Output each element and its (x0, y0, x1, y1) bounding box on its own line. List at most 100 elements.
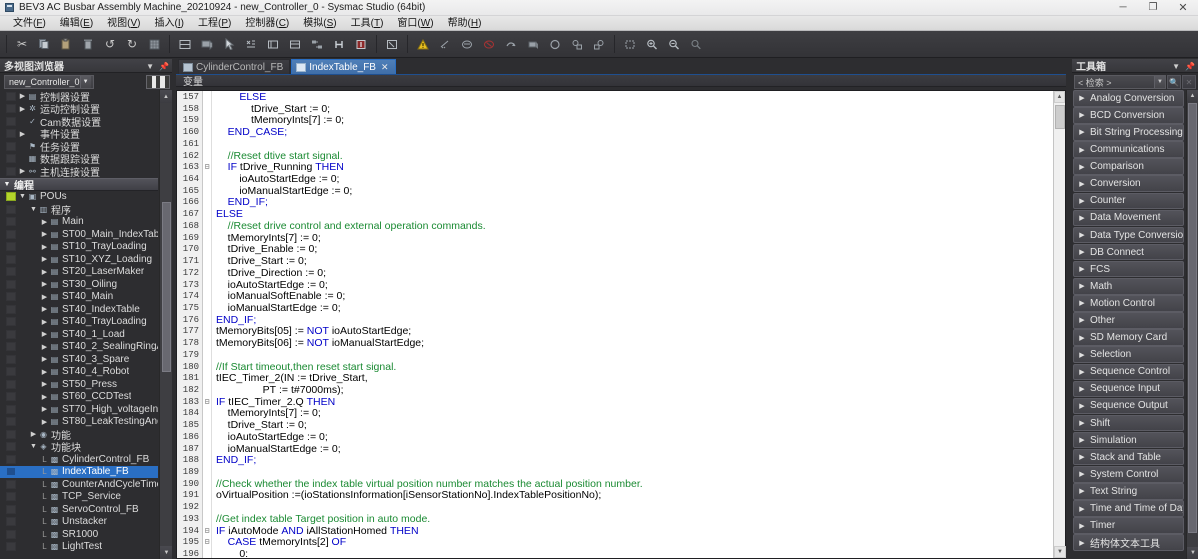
tree-item[interactable]: L ▩ SR1000 (0, 528, 158, 541)
tree-item[interactable]: ▶ ▤ ST40_TrayLoading (0, 316, 158, 329)
rebuild-icon[interactable] (456, 33, 478, 55)
paste-icon[interactable] (55, 33, 77, 55)
minimize-button[interactable]: ─ (1108, 0, 1138, 16)
tree-item[interactable]: ▶ ⚯ 主机连接设置 (0, 165, 158, 179)
tree-item[interactable]: ▼ ▥ 程序 (0, 203, 158, 217)
toolbox-category[interactable]: ▶ Motion Control (1073, 295, 1184, 312)
chevron-right-icon[interactable]: ▶ (1077, 163, 1087, 171)
toolbox-category[interactable]: ▶ Timer (1073, 517, 1184, 534)
code-fold-column[interactable]: ⊟⊟⊟⊟⊟ (203, 91, 212, 558)
chevron-right-icon[interactable]: ▶ (40, 280, 49, 288)
editor-vertical-scrollbar[interactable]: ▲ ▼ (1053, 91, 1066, 558)
chevron-right-icon[interactable]: ▶ (1077, 94, 1087, 102)
chevron-right-icon[interactable]: ▶ (1077, 351, 1087, 359)
chevron-down-icon[interactable]: ▼ (146, 62, 154, 71)
variables-section-header[interactable]: 变量 (176, 75, 1066, 88)
code-line[interactable]: ioManualStartEdge := 0; (212, 302, 1065, 315)
warning-icon[interactable] (412, 33, 434, 55)
scroll-up-icon[interactable]: ▲ (160, 90, 172, 103)
toolbox-category[interactable]: ▶ Math (1073, 278, 1184, 295)
tree-item[interactable]: ▶ ▤ ST00_Main_IndexTable (0, 228, 158, 241)
code-line[interactable]: IF tDrive_Running THEN (212, 161, 1065, 174)
chevron-right-icon[interactable]: ▶ (1077, 419, 1087, 427)
menu-item-9[interactable]: 帮助(H) (441, 16, 489, 31)
toolbox-category[interactable]: ▶ Comparison (1073, 158, 1184, 175)
code-line[interactable]: END_CASE; (212, 126, 1065, 139)
chevron-right-icon[interactable]: ▶ (40, 355, 49, 363)
chevron-right-icon[interactable]: ▶ (1077, 248, 1087, 256)
code-line[interactable]: tMemoryInts[7] := 0; (212, 115, 1065, 127)
editor-scroll-thumb[interactable] (1055, 105, 1065, 129)
code-line[interactable]: tDrive_Direction := 0; (212, 267, 1065, 280)
chevron-right-icon[interactable]: ▶ (1077, 299, 1087, 307)
toolbox-category[interactable]: ▶ DB Connect (1073, 243, 1184, 261)
tree-item[interactable]: ▶ ▤ ST40_3_Spare (0, 353, 158, 366)
chevron-down-icon[interactable]: ▼ (29, 443, 38, 450)
code-line[interactable]: tMemoryInts[7] := 0; (212, 408, 1065, 420)
chevron-right-icon[interactable]: ▶ (1077, 505, 1087, 513)
chevron-right-icon[interactable]: ▶ (1077, 231, 1087, 239)
abort-icon[interactable] (478, 33, 500, 55)
menu-item-5[interactable]: 控制器(C) (238, 16, 296, 31)
tree-item[interactable]: L ▩ CylinderControl_FB (0, 453, 158, 466)
zoom-out-icon[interactable] (663, 33, 685, 55)
editor-tab-active[interactable]: IndexTable_FB ✕ (291, 59, 396, 74)
scroll-down-icon[interactable]: ▼ (1187, 547, 1198, 559)
chevron-right-icon[interactable]: ▶ (1077, 111, 1087, 119)
code-line[interactable]: tMemoryInts[7] := 0; (212, 232, 1065, 245)
scroll-down-icon[interactable]: ▼ (1054, 546, 1066, 558)
toolbox-scroll-thumb[interactable] (1188, 103, 1197, 533)
tree-item[interactable]: ▶ ▤ ST30_Oiling (0, 278, 158, 291)
chevron-right-icon[interactable]: ▶ (40, 218, 49, 226)
menu-item-7[interactable]: 工具(T) (344, 16, 391, 31)
code-line[interactable]: 0: (212, 548, 1065, 558)
tree-item[interactable]: ▶ ▤ ST60_CCDTest (0, 391, 158, 404)
tree-item[interactable]: ▶▤ST70_High_voltageInsulati (0, 403, 158, 416)
tree-item-selected[interactable]: L ▩ IndexTable_FB (0, 465, 158, 478)
toolbox-category[interactable]: ▶ SD Memory Card (1073, 329, 1184, 346)
fold-toggle-icon[interactable]: ⊟ (203, 526, 211, 538)
toolbox-category[interactable]: ▶ Sequence Input (1073, 380, 1184, 398)
redo-icon[interactable]: ↻ (121, 33, 143, 55)
menu-item-3[interactable]: 插入(I) (148, 16, 191, 31)
simulate-icon[interactable] (619, 33, 641, 55)
tree-item[interactable]: ▶ ▤ ST20_LaserMaker (0, 266, 158, 279)
chevron-right-icon[interactable]: ▶ (40, 293, 49, 301)
chevron-right-icon[interactable]: ▶ (1077, 453, 1087, 461)
chevron-right-icon[interactable]: ▶ (1077, 522, 1087, 530)
toolbox-category[interactable]: ▶ Analog Conversion (1073, 90, 1184, 107)
pointer-icon[interactable] (218, 33, 240, 55)
transfer-from-icon[interactable] (588, 33, 610, 55)
code-line[interactable]: tDrive_Start := 0; (212, 255, 1065, 268)
tree-item[interactable]: ▶ ▤ ST50_Press (0, 378, 158, 391)
chevron-right-icon[interactable]: ▶ (1077, 436, 1087, 444)
toolbox-category[interactable]: ▶ Data Movement (1073, 209, 1184, 227)
chevron-right-icon[interactable]: ▶ (1077, 470, 1087, 478)
code-line[interactable]: //Reset drive control and external opera… (212, 220, 1065, 233)
right-splitter[interactable] (1066, 59, 1070, 559)
chevron-right-icon[interactable]: ▶ (1077, 128, 1087, 136)
toolbox-category[interactable]: ▶ Sequence Control (1073, 363, 1184, 380)
cut-icon[interactable]: ✂ (11, 33, 33, 55)
grid-icon[interactable] (143, 33, 165, 55)
chevron-right-icon[interactable]: ▶ (29, 430, 38, 438)
chevron-right-icon[interactable]: ▶ (1077, 316, 1087, 324)
close-icon[interactable]: ✕ (381, 62, 389, 73)
tree-section-programming[interactable]: ▼ 编程 (0, 177, 158, 192)
chevron-right-icon[interactable]: ▶ (18, 130, 27, 138)
code-line[interactable]: END_IF; (212, 454, 1065, 467)
chevron-right-icon[interactable]: ▶ (40, 418, 49, 426)
pin-icon[interactable]: 📌 (1185, 62, 1195, 71)
toolbox-category[interactable]: ▶ Data Type Conversion (1073, 226, 1184, 244)
toolbox-category[interactable]: ▶ Shift (1073, 414, 1184, 432)
chevron-down-icon[interactable]: ▼ (1172, 62, 1180, 71)
scroll-up-icon[interactable]: ▲ (1054, 91, 1065, 103)
chevron-right-icon[interactable]: ▶ (40, 268, 49, 276)
structured-text-editor[interactable]: 157 158 159 160 161 162 163 164 165 166 167 168 169 1… (176, 90, 1066, 559)
find-icon[interactable] (328, 33, 350, 55)
chevron-right-icon[interactable]: ▶ (40, 343, 49, 351)
tree-item[interactable]: ▶ ▤ ST40_4_Robot (0, 366, 158, 379)
tree-item[interactable]: ▶ ▤ ST10_XYZ_Loading (0, 253, 158, 266)
toolbox-category[interactable]: ▶ Counter (1073, 192, 1184, 210)
toolbox-category[interactable]: ▶ Sequence Output (1073, 397, 1184, 415)
